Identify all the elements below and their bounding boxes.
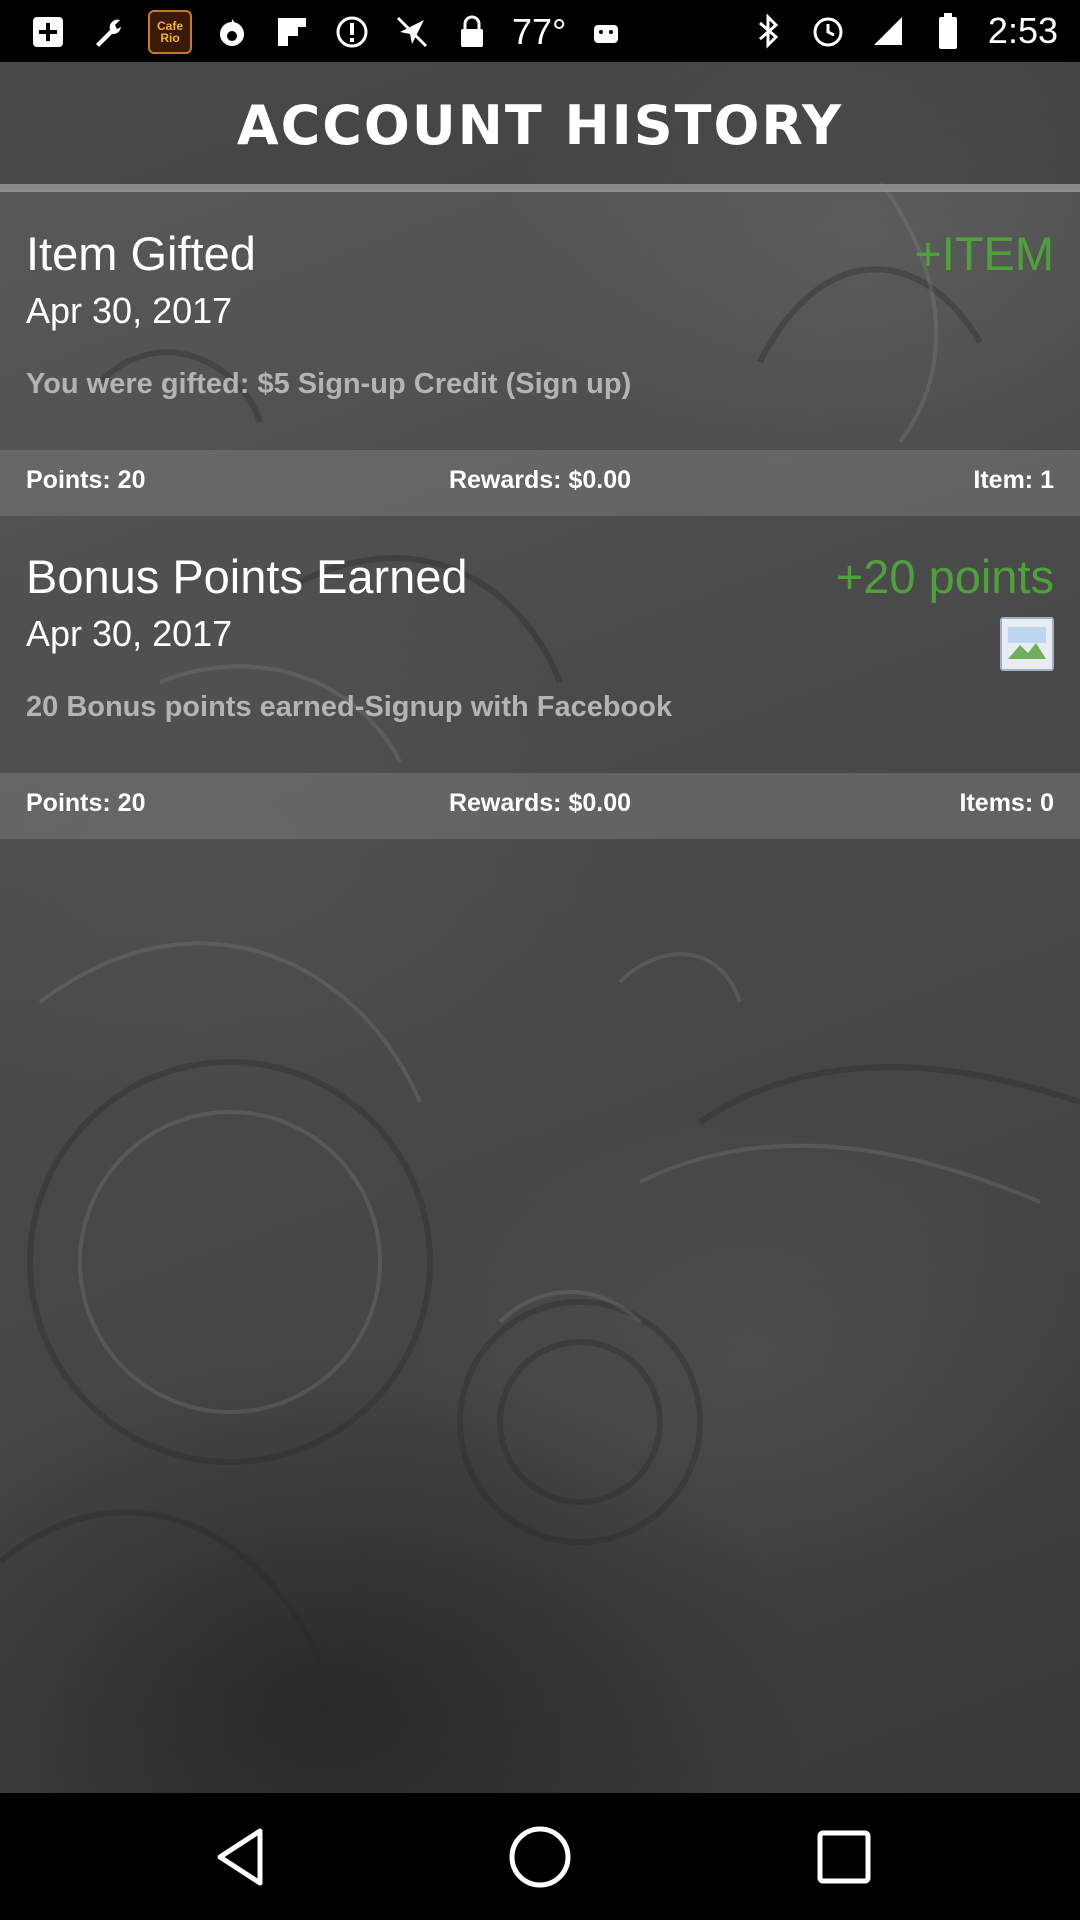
info-icon [332, 12, 372, 52]
entry-tag: +ITEM [914, 227, 1054, 280]
entry-date: Apr 30, 2017 [26, 290, 233, 331]
rewards-text: Rewards: $0.00 [448, 789, 632, 817]
fire-icon [212, 12, 252, 52]
wrench-icon [88, 12, 128, 52]
rewards-text: Rewards: $0.00 [448, 466, 632, 494]
lock-icon [452, 12, 492, 52]
entry-title: Bonus Points Earned [26, 550, 468, 603]
entry-summary-bar: Points: 20 Rewards: $0.00 Items: 0 [0, 773, 1080, 839]
temperature-text: 77° [512, 11, 567, 52]
back-icon[interactable] [204, 1821, 276, 1893]
clock-text: 2:53 [987, 10, 1058, 51]
header: ACCOUNT HISTORY [0, 62, 1080, 192]
items-text: Items: 0 [959, 789, 1054, 817]
entry-date: Apr 30, 2017 [26, 613, 233, 654]
recents-icon[interactable] [808, 1821, 880, 1893]
header-divider [0, 184, 1080, 192]
battery-icon [928, 11, 968, 51]
items-text: Item: 1 [973, 466, 1054, 494]
account-history-screen: ACCOUNT HISTORY Item Gifted +ITEM Apr 30… [0, 62, 1080, 1793]
alarm-icon [808, 11, 848, 51]
entry-description: You were gifted: $5 Sign-up Credit (Sign… [26, 368, 632, 400]
entry-tag: +20 points [835, 550, 1054, 603]
home-icon[interactable] [504, 1821, 576, 1893]
navigation-bar [0, 1793, 1080, 1920]
entry-image-icon [1000, 617, 1054, 671]
plus-box-icon [28, 12, 68, 52]
android-icon [586, 12, 626, 52]
entry-description: 20 Bonus points earned-Signup with Faceb… [26, 691, 673, 723]
flipboard-icon [272, 12, 312, 52]
status-bar: Cafe Rio 77° 2:53 [0, 0, 1080, 62]
no-location-icon [392, 12, 432, 52]
entry-summary-bar: Points: 20 Rewards: $0.00 Item: 1 [0, 450, 1080, 516]
entry-title: Item Gifted [26, 227, 256, 280]
app-icon: Cafe Rio [148, 10, 192, 54]
signal-icon [868, 11, 908, 51]
bluetooth-icon [748, 11, 788, 51]
page-title: ACCOUNT HISTORY [236, 94, 844, 157]
